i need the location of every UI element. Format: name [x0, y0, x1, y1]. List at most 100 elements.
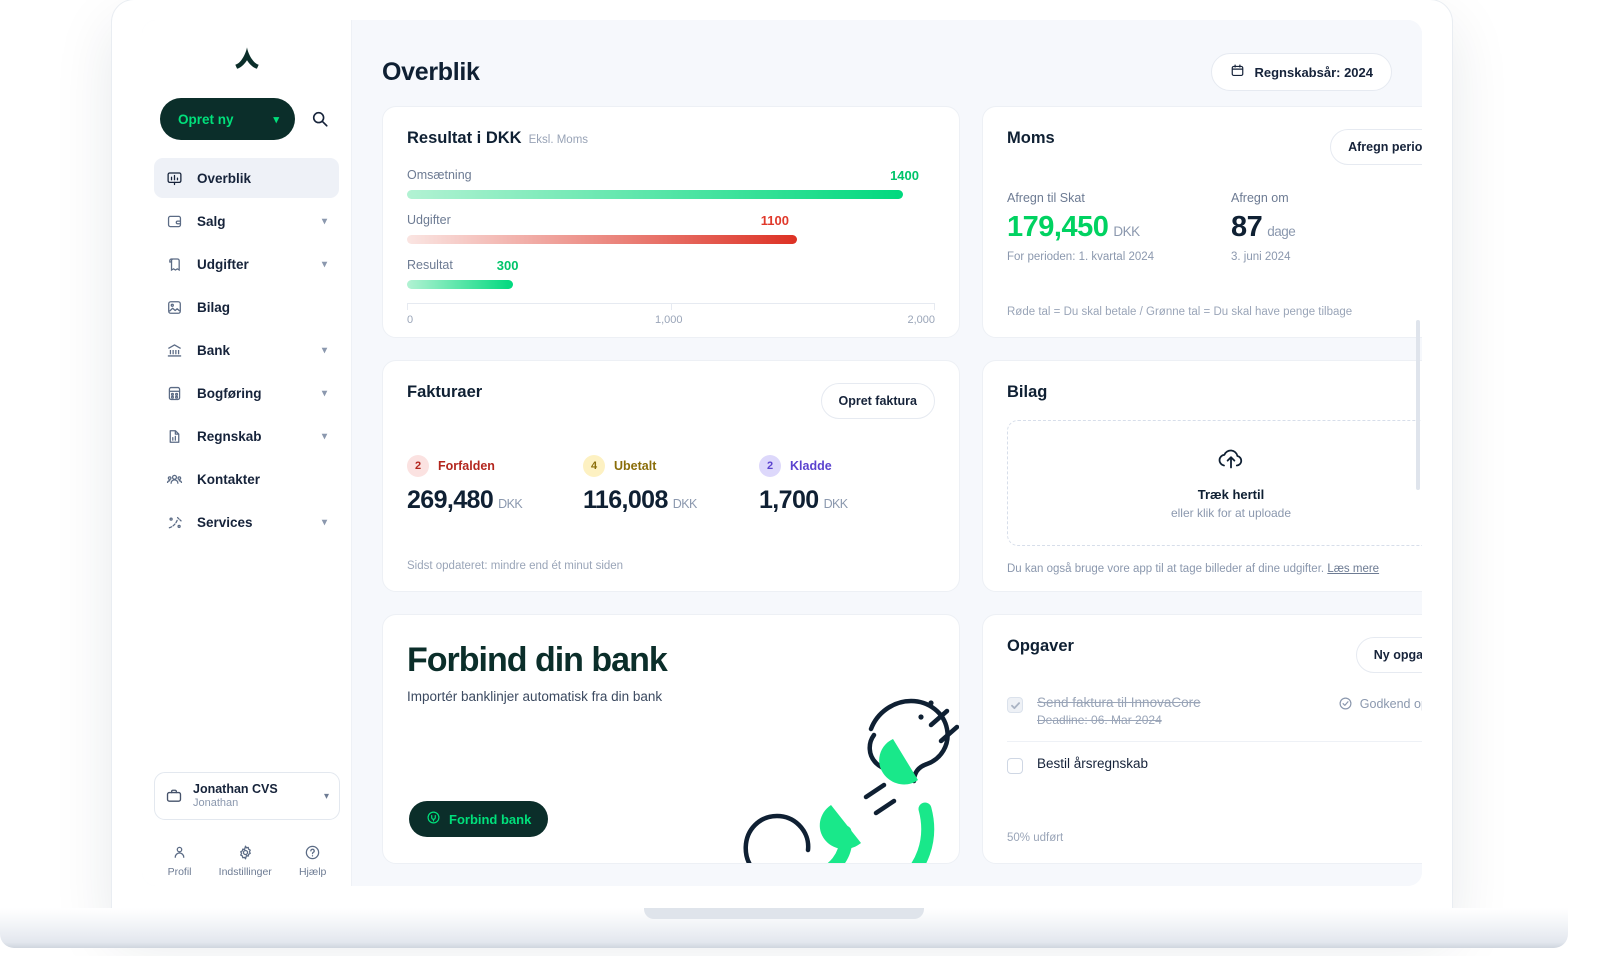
company-switcher[interactable]: Jonathan CVS Jonathan ▾: [154, 772, 340, 820]
laptop-notch: [644, 908, 924, 919]
task-row: Bestil årsregnskab: [1007, 741, 1422, 788]
sidebar-item-services[interactable]: Services ▾: [154, 502, 339, 542]
ny-opgave-button[interactable]: Ny opgave: [1355, 637, 1422, 673]
sidebar-item-kontakter[interactable]: Kontakter: [154, 459, 339, 499]
chevron-down-icon: ▾: [321, 430, 327, 442]
forbind-bank-button[interactable]: Forbind bank: [409, 801, 549, 837]
bilag-footnote-text: Du kan også bruge vore app til at tage b…: [1007, 563, 1325, 575]
dashboard-icon: [166, 169, 184, 187]
bilag-footnote: Du kan også bruge vore app til at tage b…: [1007, 563, 1379, 575]
help-circle-icon: [305, 845, 320, 860]
sidebar-item-bilag[interactable]: Bilag: [154, 287, 339, 327]
plug-icon: [426, 810, 441, 828]
page-title: Overblik: [382, 57, 480, 86]
opgaver-title: Opgaver: [1007, 637, 1074, 655]
task-name: Bestil årsregnskab: [1037, 756, 1149, 771]
chevron-down-icon: ▾: [321, 215, 327, 227]
forbind-bank-label: Forbind bank: [449, 811, 532, 827]
receipt-icon: [166, 298, 184, 316]
footer-action-label: Profil: [167, 866, 192, 878]
moms-unit: DKK: [1113, 224, 1140, 239]
sidebar-item-bank[interactable]: Bank ▾: [154, 330, 339, 370]
sales-icon: [166, 212, 184, 230]
moms-value: 179,450 DKK: [1007, 211, 1231, 244]
chart-bar-udgifter: [407, 235, 797, 244]
task-checkbox[interactable]: [1007, 697, 1023, 713]
chart-bar-row: Resultat 300: [407, 258, 935, 289]
invoice-column-forfalden[interactable]: 2 Forfalden 269,480 DKK: [407, 455, 583, 515]
fakturaer-title: Fakturaer: [407, 383, 483, 401]
chevron-down-icon: ▾: [321, 387, 327, 399]
chart-value-label: 1100: [760, 213, 789, 228]
moms-amount: 179,450: [1007, 211, 1109, 243]
hands-plug-illustration: [743, 698, 959, 863]
company-text: Jonathan CVS Jonathan: [193, 782, 324, 809]
chevron-down-icon: ▾: [321, 258, 327, 270]
moms-unit: dage: [1267, 224, 1296, 239]
invoice-amount: 269,480 DKK: [407, 486, 583, 515]
invoice-amount-unit: DKK: [823, 497, 849, 511]
logo-container: [142, 20, 351, 96]
card-header: Resultat i DKK Eksl. Moms: [407, 129, 935, 148]
footer-action-hjaelp[interactable]: Hjælp: [299, 844, 326, 878]
sidebar-item-udgifter[interactable]: Udgifter ▾: [154, 244, 339, 284]
fiscal-year-button[interactable]: Regnskabsår: 2024: [1211, 53, 1392, 91]
sidebar-footer-actions: Profil Indstillinger Hjælp: [154, 844, 340, 878]
chart-category-label: Resultat: [407, 258, 453, 272]
search-icon[interactable]: [307, 106, 333, 132]
fakturaer-footnote: Sidst opdateret: mindre end ét minut sid…: [407, 560, 624, 572]
footer-action-indstillinger[interactable]: Indstillinger: [219, 844, 272, 878]
opret-faktura-button[interactable]: Opret faktura: [820, 383, 935, 419]
result-bar-chart: Omsætning 1400 Udgifter 1100 Resultat 30…: [407, 168, 935, 333]
ledger-icon: [166, 384, 184, 402]
task-checkbox[interactable]: [1007, 758, 1023, 774]
moms-value: 87 dage: [1231, 211, 1422, 244]
fiscal-year-label: Regnskabsår: 2024: [1254, 64, 1373, 80]
axis-tick-label: 2,000: [907, 314, 935, 326]
chart-bar-header: Omsætning 1400: [407, 168, 935, 184]
main-content: Overblik Regnskabsår: 2024 Resultat i DK…: [352, 20, 1422, 886]
chevron-down-icon: ▾: [321, 516, 327, 528]
godkend-opgave-label: Godkend opgave: [1359, 696, 1422, 711]
axis-tick-label: 1,000: [655, 314, 683, 326]
invoice-amount: 116,008 DKK: [583, 486, 759, 515]
sidebar-item-regnskab[interactable]: Regnskab ▾: [154, 416, 339, 456]
moms-label: Afregn til Skat: [1007, 191, 1085, 205]
opgaver-progress: 50% udført: [1007, 832, 1064, 844]
invoice-badge-row: 2 Forfalden: [407, 455, 583, 477]
create-new-button[interactable]: Opret ny ▾: [160, 98, 295, 140]
company-name: Jonathan CVS: [193, 782, 278, 797]
bank-promo-card: Forbind din bank Importér banklinjer aut…: [382, 614, 960, 864]
status-label: Forfalden: [438, 459, 495, 473]
report-icon: [166, 427, 184, 445]
chart-value-label: 1400: [890, 168, 919, 183]
check-circle-icon: [1339, 697, 1352, 710]
sidebar-item-salg[interactable]: Salg ▾: [154, 201, 339, 241]
moms-footnote: Røde tal = Du skal betale / Grønne tal =…: [1007, 306, 1353, 318]
card-header: Opgaver Ny opgave: [1007, 637, 1422, 673]
services-icon: [166, 513, 184, 531]
laes-mere-link[interactable]: Læs mere: [1327, 563, 1379, 575]
invoice-column-ubetalt[interactable]: 4 Ubetalt 116,008 DKK: [583, 455, 759, 515]
invoice-column-kladde[interactable]: 2 Kladde 1,700 DKK: [759, 455, 935, 515]
status-badge: 2: [407, 455, 429, 477]
afregn-periode-button[interactable]: Afregn periode: [1330, 129, 1422, 165]
result-chart-card: Resultat i DKK Eksl. Moms Omsætning 1400: [382, 106, 960, 338]
sidebar-item-bogfoering[interactable]: Bogføring ▾: [154, 373, 339, 413]
moms-columns: Afregn til Skat 179,450 DKK For perioden:…: [1007, 191, 1422, 263]
footer-action-profil[interactable]: Profil: [168, 844, 192, 878]
moms-note: For perioden: 1. kvartal 2024: [1007, 251, 1155, 263]
moms-label: Afregn om: [1231, 191, 1289, 205]
chart-bar-row: Omsætning 1400: [407, 168, 935, 199]
company-user: Jonathan: [193, 796, 239, 809]
calendar-icon: [1230, 63, 1245, 81]
sidebar-item-overblik[interactable]: Overblik: [154, 158, 339, 198]
vertical-scrollbar[interactable]: [1416, 320, 1420, 490]
moms-amount: 87: [1231, 211, 1263, 243]
create-new-label: Opret ny: [178, 111, 234, 127]
godkend-opgave-button[interactable]: Godkend opgave: [1338, 696, 1422, 711]
bilag-dropzone[interactable]: Træk hertil eller klik for at uploade: [1007, 420, 1422, 546]
bilag-card: Bilag Træk hertil eller klik for at uplo…: [982, 360, 1422, 592]
chart-bar-resultat: [407, 280, 514, 289]
status-label: Kladde: [790, 459, 832, 473]
